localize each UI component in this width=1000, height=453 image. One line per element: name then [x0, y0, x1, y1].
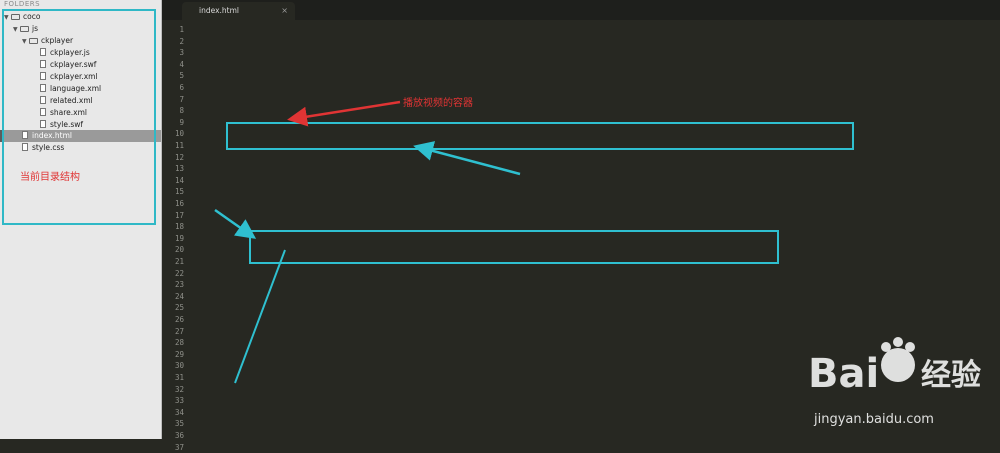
- line-number: 35: [174, 419, 184, 429]
- line-number: 17: [174, 210, 184, 220]
- svg-text:Bai: Bai: [808, 351, 879, 397]
- close-icon[interactable]: ×: [281, 2, 288, 20]
- line-number: 30: [174, 361, 184, 371]
- line-number: 3: [179, 48, 184, 58]
- line-number: 36: [174, 431, 184, 440]
- line-number: 6: [179, 83, 184, 92]
- sidebar: FOLDERS ▼ coco ▼ js ▼ ckplayer ckplayer.js …: [0, 0, 162, 439]
- embed-call-highlight-box: [249, 230, 779, 264]
- line-number: 5: [179, 71, 184, 81]
- directory-highlight-box: [2, 9, 156, 225]
- line-number: 13: [174, 164, 184, 174]
- line-number: 11: [174, 141, 184, 150]
- directory-annotation: 当前目录结构: [20, 172, 80, 183]
- line-number: 7: [179, 94, 184, 104]
- tab-bar: index.html ×: [162, 0, 1000, 20]
- folders-header: FOLDERS: [4, 0, 41, 8]
- container-annotation: 播放视频的容器: [403, 98, 473, 109]
- tab-index-html[interactable]: index.html ×: [182, 2, 295, 20]
- line-number: 14: [174, 175, 184, 185]
- line-number: 24: [174, 291, 184, 301]
- svg-text:经验: 经验: [921, 358, 981, 393]
- line-number: 26: [174, 315, 184, 324]
- line-number: 12: [174, 152, 184, 162]
- line-number: 10: [174, 129, 184, 139]
- line-number: 23: [174, 280, 184, 290]
- line-number: 37: [174, 442, 184, 452]
- line-number: 33: [174, 396, 184, 406]
- line-number: 27: [174, 326, 184, 336]
- line-number: 15: [174, 187, 184, 197]
- line-number: 22: [174, 268, 184, 278]
- baidu-jingyan-logo: Bai 经验: [808, 325, 998, 409]
- line-number: 29: [174, 349, 184, 359]
- line-number: 18: [174, 222, 184, 232]
- line-number: 2: [179, 36, 184, 46]
- line-number: 1: [179, 25, 184, 34]
- script-include-highlight-box: [226, 122, 854, 150]
- line-number: 20: [174, 245, 184, 255]
- line-number: 19: [174, 233, 184, 243]
- line-number: 32: [174, 384, 184, 394]
- line-number: 28: [174, 338, 184, 348]
- line-number: 4: [179, 59, 184, 69]
- watermark-url: jingyan.baidu.com: [814, 412, 934, 427]
- line-number: 8: [179, 106, 184, 116]
- line-number: 25: [174, 303, 184, 313]
- line-number: 9: [179, 117, 184, 127]
- line-number: 31: [174, 373, 184, 382]
- line-number: 16: [174, 199, 184, 208]
- line-number: 21: [174, 257, 184, 266]
- line-number: 34: [174, 407, 184, 417]
- line-number-gutter: 1 2 3 4 5 6 7 8 9 10 11 12 13 14 15 16 1…: [162, 20, 192, 452]
